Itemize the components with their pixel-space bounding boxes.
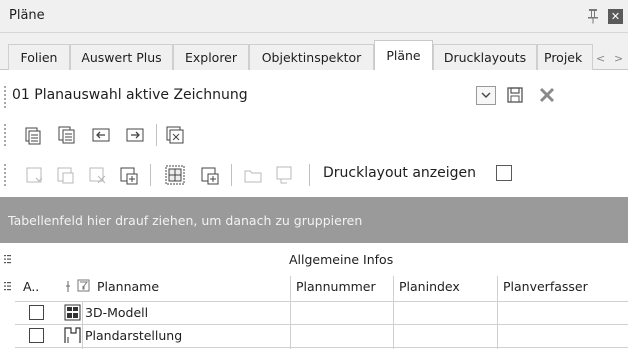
- add-layout-icon[interactable]: [118, 164, 140, 186]
- close-icon[interactable]: ✕: [608, 9, 623, 24]
- column-header-plannummer[interactable]: Plannummer: [296, 279, 376, 294]
- drucklayout-label: Drucklayout anzeigen: [323, 165, 477, 181]
- folder-icon[interactable]: [242, 164, 264, 186]
- tab-explorer[interactable]: Explorer: [173, 44, 249, 70]
- toolbar-separator: [309, 164, 310, 186]
- pin-icon[interactable]: [586, 8, 600, 24]
- delete-plan-icon[interactable]: [164, 124, 186, 146]
- toolbar-separator: [231, 164, 232, 186]
- row-planname: 3D-Modell: [85, 305, 149, 320]
- group-by-hint: Tabellenfeld hier drauf ziehen, um danac…: [8, 213, 363, 228]
- toolbar-separator: [150, 164, 151, 186]
- row-planname: Plandarstellung: [85, 328, 183, 343]
- save-icon[interactable]: [506, 86, 524, 104]
- add-plan-copy-icon[interactable]: [56, 124, 78, 146]
- toolbar-grip[interactable]: [4, 86, 7, 108]
- layout-print-icon[interactable]: [273, 164, 295, 186]
- row-checkbox[interactable]: [29, 305, 44, 320]
- delete-icon[interactable]: [538, 86, 556, 104]
- remove-layout-icon[interactable]: [87, 164, 109, 186]
- filter-icon[interactable]: [65, 279, 93, 294]
- tab-strip: Folien Auswert Plus Explorer Objektinspe…: [0, 40, 628, 71]
- tab-drucklayouts[interactable]: Drucklayouts: [433, 44, 537, 70]
- tab-plaene[interactable]: Pläne: [374, 40, 433, 71]
- column-header-planverfasser[interactable]: Planverfasser: [503, 279, 588, 294]
- layout-grid-add-icon[interactable]: [164, 164, 186, 186]
- panel-titlebar: [0, 0, 628, 33]
- column-header-active[interactable]: A..: [23, 279, 39, 294]
- layout-add-icon[interactable]: [199, 164, 221, 186]
- tab-objektinspektor[interactable]: Objektinspektor: [249, 44, 374, 70]
- plan-view-icon: [64, 327, 81, 343]
- import-plan-icon[interactable]: [90, 124, 112, 146]
- export-plan-icon[interactable]: [124, 124, 146, 146]
- new-layout-icon[interactable]: [24, 164, 46, 186]
- column-menu-icon[interactable]: [3, 280, 12, 292]
- band-menu-icon[interactable]: [3, 253, 12, 265]
- toolbar-grip[interactable]: [4, 124, 7, 146]
- tab-scroll-left-icon[interactable]: <: [596, 52, 605, 65]
- panel-title: Pläne: [9, 8, 45, 23]
- row-checkbox[interactable]: [29, 328, 44, 343]
- toolbar-grip[interactable]: [4, 164, 7, 186]
- selection-dropdown-button[interactable]: [476, 86, 496, 105]
- band-general-info: Allgemeine Infos: [289, 252, 394, 267]
- tab-auswert-plus[interactable]: Auswert Plus: [70, 44, 173, 70]
- tab-projekt[interactable]: Projek: [537, 44, 593, 70]
- column-header-planindex[interactable]: Planindex: [399, 279, 460, 294]
- chevron-down-icon: [481, 92, 491, 98]
- drucklayout-checkbox[interactable]: [496, 165, 512, 181]
- column-header-planname[interactable]: Planname: [97, 279, 159, 294]
- plan-selection-value[interactable]: 01 Planauswahl aktive Zeichnung: [12, 87, 248, 103]
- toolbar-separator: [156, 124, 157, 146]
- tab-scroll-right-icon[interactable]: >: [614, 52, 623, 65]
- copy-layout-icon[interactable]: [55, 164, 77, 186]
- model-3d-icon: [64, 304, 81, 321]
- add-plan-icon[interactable]: [22, 124, 44, 146]
- grid-line: [15, 347, 628, 348]
- tab-folien[interactable]: Folien: [8, 44, 70, 70]
